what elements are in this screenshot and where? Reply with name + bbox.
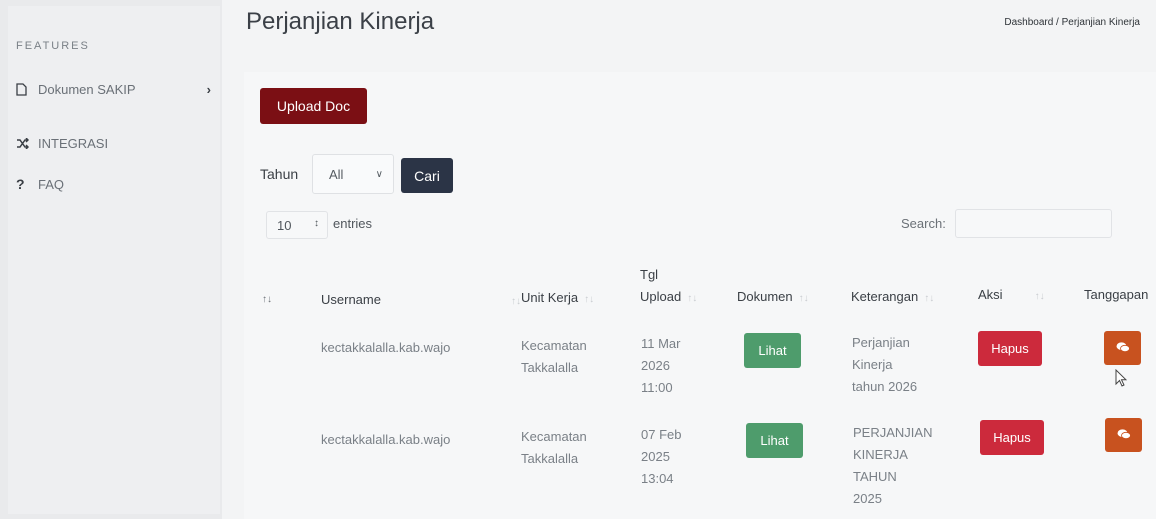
cell-tgl-upload: 11 Mar 2026 11:00: [641, 336, 681, 395]
cell-unit-kerja: Kecamatan Takkalalla: [521, 338, 587, 375]
upload-doc-button[interactable]: Upload Doc: [260, 88, 367, 124]
column-header-tgl-upload[interactable]: Tgl Upload ↑↓: [640, 264, 697, 310]
sidebar: FEATURES Dokumen SAKIP › INTEGRASI ? FAQ: [8, 6, 220, 514]
column-header-tanggapan[interactable]: Tanggapan: [1084, 284, 1156, 306]
column-header-username[interactable]: Username ↑↓: [321, 289, 521, 313]
cell-tgl-upload: 07 Feb 2025 13:04: [641, 427, 682, 486]
column-header-unit-kerja[interactable]: Unit Kerja ↑↓: [521, 287, 594, 311]
shuffle-icon: [16, 137, 38, 149]
cell-keterangan: Perjanjian Kinerja tahun 2026: [852, 335, 918, 394]
breadcrumb[interactable]: Dashboard / Perjanjian Kinerja: [1004, 17, 1140, 28]
chevron-down-icon: ∨: [375, 169, 383, 180]
cell-unit-kerja: Kecamatan Takkalalla: [521, 429, 587, 466]
comments-icon: [1117, 428, 1131, 443]
cursor-icon: [1115, 368, 1128, 392]
cell-username: kectakkalalla.kab.wajo: [321, 432, 451, 447]
cari-button[interactable]: Cari: [401, 158, 453, 193]
main-content: Perjanjian Kinerja Dashboard / Perjanjia…: [222, 0, 1156, 519]
sort-updown-icon: ↕: [314, 218, 319, 229]
entries-label: entries: [333, 216, 373, 231]
column-header-dokumen[interactable]: Dokumen ↑↓: [737, 286, 809, 310]
sort-icon: ↑↓: [798, 293, 809, 304]
hapus-button[interactable]: Hapus: [980, 420, 1044, 455]
file-icon: [16, 82, 38, 96]
tahun-select[interactable]: All ∨: [312, 154, 394, 194]
sidebar-item-label: Dokumen SAKIP: [38, 81, 136, 97]
cell-keterangan: PERJANJIAN KINERJA TAHUN 2025: [853, 425, 933, 506]
comments-icon: [1116, 341, 1130, 356]
sidebar-item-faq[interactable]: ? FAQ: [16, 173, 211, 195]
question-icon: ?: [16, 176, 25, 192]
chevron-right-icon: ›: [206, 81, 211, 97]
entries-select-value: 10: [277, 217, 292, 233]
sidebar-item-integrasi[interactable]: INTEGRASI: [16, 132, 211, 154]
cell-username: kectakkalalla.kab.wajo: [321, 340, 451, 355]
hapus-button[interactable]: Hapus: [978, 331, 1042, 366]
tanggapan-button[interactable]: [1104, 331, 1141, 365]
tahun-select-value: All: [329, 166, 344, 182]
sort-icon: ↑↓: [924, 293, 935, 304]
column-header-keterangan[interactable]: Keterangan ↑↓: [851, 286, 934, 310]
page-title: Perjanjian Kinerja: [246, 8, 435, 35]
sort-icon: ↑↓: [584, 294, 595, 305]
sidebar-item-dokumen-sakip[interactable]: Dokumen SAKIP ›: [16, 78, 211, 100]
sidebar-item-label: FAQ: [38, 176, 65, 192]
column-header-no[interactable]: ↑↓: [256, 287, 272, 311]
search-label: Search:: [901, 216, 946, 231]
sort-icon: ↑↓: [1034, 291, 1045, 302]
entries-select[interactable]: 10 ↕: [266, 211, 328, 239]
column-header-aksi[interactable]: Aksi ↑↓: [978, 284, 1045, 308]
search-input[interactable]: [955, 209, 1112, 238]
sort-icon: ↑↓: [510, 296, 521, 307]
tahun-label: Tahun: [260, 166, 299, 182]
tanggapan-button[interactable]: [1105, 418, 1142, 452]
sort-icon: ↑↓: [262, 294, 272, 305]
sidebar-item-label: INTEGRASI: [38, 135, 109, 151]
sort-icon: ↑↓: [687, 293, 698, 304]
sidebar-section-label: FEATURES: [16, 40, 90, 52]
lihat-button[interactable]: Lihat: [746, 423, 803, 458]
lihat-button[interactable]: Lihat: [744, 333, 801, 368]
